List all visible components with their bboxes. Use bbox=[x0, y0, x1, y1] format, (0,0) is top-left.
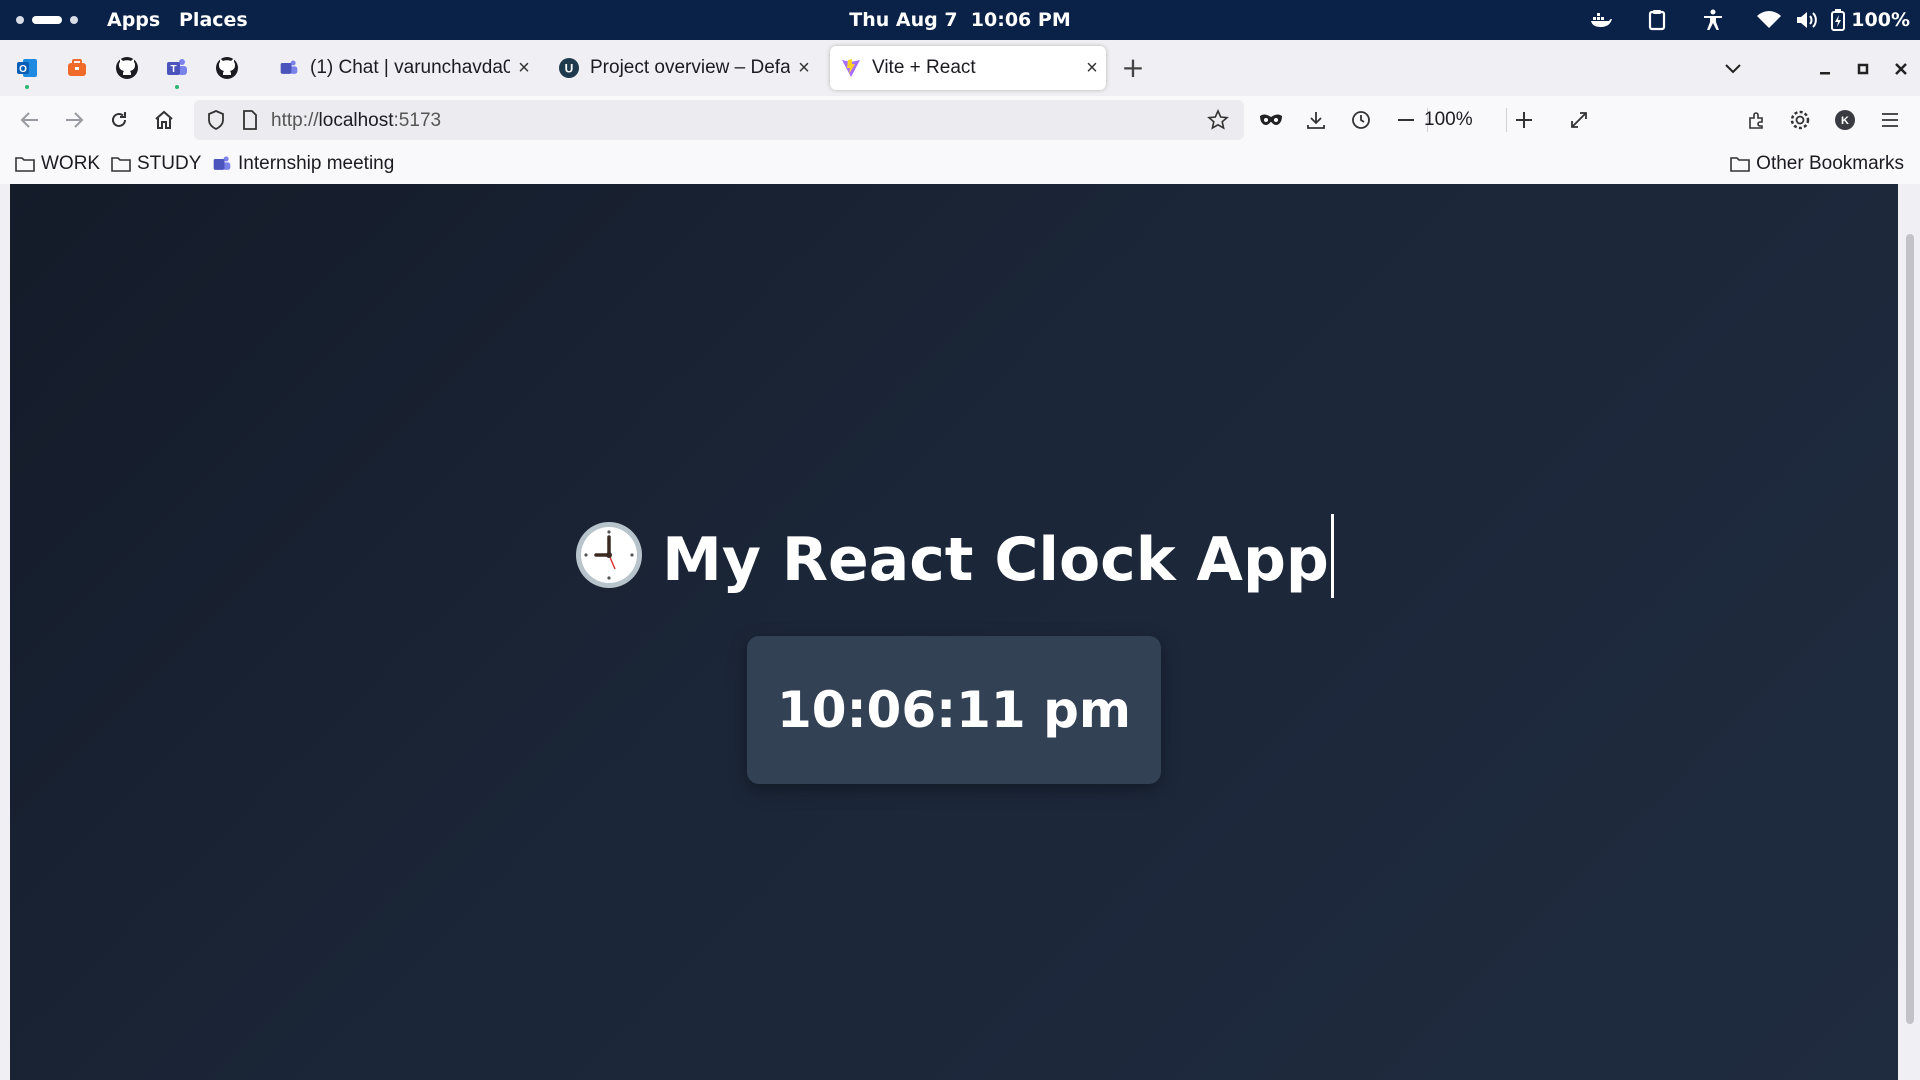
folder-icon bbox=[111, 157, 131, 172]
teams-icon[interactable]: T bbox=[162, 53, 192, 89]
battery-percent: 100% bbox=[1851, 9, 1910, 31]
extensions-icon[interactable] bbox=[1742, 106, 1770, 134]
docker-icon[interactable] bbox=[1585, 0, 1617, 40]
download-icon[interactable] bbox=[1302, 106, 1330, 134]
history-icon[interactable] bbox=[1347, 106, 1375, 134]
clipboard-icon[interactable] bbox=[1641, 0, 1673, 40]
github-icon[interactable] bbox=[112, 53, 142, 83]
clock-time: 10:06:11 pm bbox=[776, 681, 1132, 739]
bookmark-star-icon[interactable] bbox=[1204, 106, 1232, 134]
minimize-icon[interactable] bbox=[1810, 56, 1840, 82]
new-tab-button[interactable]: + bbox=[1118, 54, 1148, 84]
other-bookmarks-label: Other Bookmarks bbox=[1756, 153, 1904, 174]
system-top-bar: Apps Places Thu Aug 7 10:06 PM 100% bbox=[0, 0, 1920, 40]
tab-teams-chat[interactable]: (1) Chat | varunchavda0 × bbox=[268, 46, 538, 90]
url-bar[interactable]: http://localhost:5173 bbox=[194, 100, 1244, 140]
url-port: :5173 bbox=[393, 110, 442, 131]
tab-title: Vite + React bbox=[872, 57, 976, 78]
battery-icon[interactable] bbox=[1829, 0, 1847, 40]
bookmark-label: STUDY bbox=[137, 153, 202, 174]
navigation-toolbar: http://localhost:5173 100% K bbox=[0, 96, 1920, 144]
shield-icon[interactable] bbox=[202, 106, 230, 134]
wifi-icon[interactable] bbox=[1753, 0, 1785, 40]
page-title-text: My React Clock App bbox=[662, 525, 1329, 595]
tab-strip: O T (1) Chat | varunchavda0 × U Project … bbox=[0, 40, 1920, 96]
volume-icon[interactable] bbox=[1791, 0, 1823, 40]
svg-text:K: K bbox=[1841, 115, 1849, 127]
system-tray: 100% bbox=[1561, 0, 1910, 40]
accessibility-icon[interactable] bbox=[1697, 0, 1729, 40]
vite-logo-icon bbox=[840, 57, 862, 79]
briefcase-icon[interactable] bbox=[62, 53, 92, 83]
private-browsing-icon[interactable] bbox=[1257, 106, 1285, 134]
url-host: localhost bbox=[318, 110, 394, 131]
text-cursor bbox=[1330, 514, 1334, 598]
account-avatar[interactable]: K bbox=[1831, 106, 1859, 134]
tab-vite-react[interactable]: Vite + React × bbox=[830, 46, 1106, 90]
page-content: My React Clock App 10:06:11 pm bbox=[10, 184, 1898, 1080]
url-scheme: http:// bbox=[271, 110, 319, 131]
page-title[interactable]: My React Clock App bbox=[10, 514, 1898, 598]
pinned-tabs: O T bbox=[12, 53, 262, 89]
tab-title: (1) Chat | varunchavda0 bbox=[310, 57, 510, 78]
tab-title: Project overview – Defa bbox=[590, 57, 790, 78]
tab-project-overview[interactable]: U Project overview – Defa × bbox=[548, 46, 818, 90]
close-tab-icon[interactable]: × bbox=[790, 57, 818, 80]
maximize-icon[interactable] bbox=[1848, 56, 1878, 82]
reload-icon[interactable] bbox=[105, 106, 133, 134]
close-tab-icon[interactable]: × bbox=[510, 57, 538, 80]
list-all-tabs-icon[interactable] bbox=[1718, 56, 1748, 82]
scrollbar-thumb[interactable] bbox=[1906, 234, 1914, 1024]
system-time: 10:06 PM bbox=[970, 9, 1071, 31]
bookmark-folder-work[interactable]: WORK bbox=[15, 153, 100, 175]
bookmark-folder-study[interactable]: STUDY bbox=[111, 153, 201, 175]
svg-text:U: U bbox=[565, 62, 574, 76]
bookmark-label: Internship meeting bbox=[238, 153, 395, 174]
project-logo-icon: U bbox=[558, 57, 580, 79]
zoom-level[interactable]: 100% bbox=[1424, 109, 1473, 131]
close-tab-icon[interactable]: × bbox=[1078, 57, 1106, 80]
zoom-in-icon[interactable] bbox=[1510, 106, 1538, 134]
bookmark-internship-meeting[interactable]: Internship meeting bbox=[212, 153, 394, 175]
bookmark-label: WORK bbox=[41, 153, 101, 174]
teams-icon bbox=[278, 57, 300, 79]
outlook-icon[interactable]: O bbox=[12, 53, 42, 89]
teams-icon bbox=[213, 156, 231, 170]
page-scrollbar[interactable] bbox=[1898, 184, 1920, 1080]
home-icon[interactable] bbox=[150, 106, 178, 134]
menu-icon[interactable] bbox=[1876, 106, 1904, 134]
page-icon[interactable] bbox=[236, 106, 264, 134]
github-icon[interactable] bbox=[212, 53, 242, 83]
clock-icon bbox=[576, 522, 643, 588]
url-text[interactable]: http://localhost:5173 bbox=[271, 110, 441, 132]
folder-icon bbox=[1730, 157, 1750, 172]
close-window-icon[interactable] bbox=[1886, 56, 1916, 82]
clock-card: 10:06:11 pm bbox=[747, 636, 1161, 784]
zoom-out-icon[interactable] bbox=[1392, 106, 1420, 134]
settings-gear-icon[interactable] bbox=[1786, 106, 1814, 134]
other-bookmarks[interactable]: Other Bookmarks bbox=[1730, 153, 1904, 175]
svg-text:O: O bbox=[19, 64, 27, 75]
bookmarks-toolbar: WORK STUDY Internship meeting Other Book… bbox=[0, 144, 1920, 184]
system-date: Thu Aug 7 bbox=[849, 9, 958, 31]
forward-icon[interactable] bbox=[60, 106, 88, 134]
back-icon[interactable] bbox=[16, 106, 44, 134]
folder-icon bbox=[15, 157, 35, 172]
svg-text:T: T bbox=[170, 64, 176, 75]
divider bbox=[1506, 108, 1507, 132]
fullscreen-icon[interactable] bbox=[1565, 106, 1593, 134]
